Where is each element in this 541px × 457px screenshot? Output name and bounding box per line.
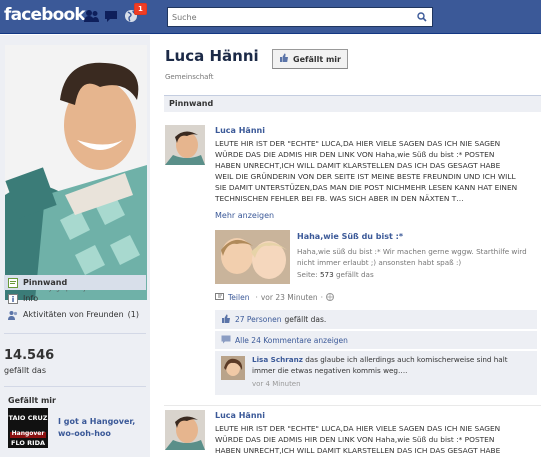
comment-icon (221, 334, 231, 346)
friend-requests-icon[interactable] (84, 9, 99, 23)
comment: Lisa Schranz das glaube ich allerdings a… (215, 350, 537, 395)
separator-dot: · (320, 293, 324, 302)
post-author-avatar[interactable] (165, 410, 205, 450)
divider (4, 386, 146, 387)
post-text-line: LEUTE HIR IST DER "ECHTE" LUCA,DA HIER V… (215, 139, 501, 148)
likes-count: 14.546 (4, 348, 55, 363)
liked-pages-heading: Gefällt mir (8, 396, 56, 405)
shared-page-thumbnail[interactable] (215, 230, 290, 284)
post-text-line: TECHNISCHEN FEHLER BEI FB. WAS SICH ABER… (215, 193, 464, 203)
info-icon (8, 293, 18, 304)
share-link[interactable]: Teilen (228, 293, 249, 302)
post-message: LEUTE HIR IST DER "ECHTE" LUCA,DA HIER V… (215, 139, 537, 204)
messages-icon[interactable] (104, 9, 118, 23)
wall-icon (8, 277, 18, 288)
meta-prefix: Seite: (297, 270, 318, 279)
likes-label: gefällt das (4, 366, 46, 375)
sidebar-item-label: Info (23, 294, 39, 303)
post-author-name[interactable]: Luca Hänni (215, 126, 265, 135)
left-column: www.eyegraphics.jimdo.com Pinnwand Info … (0, 35, 150, 457)
search-icon[interactable] (412, 8, 432, 26)
sidebar-item-count: (1) (127, 310, 139, 319)
comment-timestamp[interactable]: vor 4 Minuten (252, 380, 301, 388)
album-art-text: FLO RIDA (11, 439, 45, 447)
post-text-line: HABEN UNRECHT,ICH WILL DAMIT KLARSTELLEN… (215, 445, 501, 455)
thumbs-up-icon (221, 314, 231, 326)
post-text-line: WÜRDE DAS DIE ADMIS HIR DEN LINK VON Hah… (215, 434, 495, 444)
post-author-name[interactable]: Luca Hänni (215, 411, 265, 420)
page-category: Gemeinschaft (165, 73, 214, 81)
shared-page-attachment[interactable]: Haha,wie Süß du bist :* Haha,wie süß du … (215, 230, 537, 286)
like-page-label: Gefällt mir (293, 54, 341, 64)
notification-badge[interactable]: 1 (134, 3, 147, 15)
privacy-globe-icon[interactable] (326, 292, 335, 303)
facebook-logo[interactable]: facebook (4, 5, 86, 25)
divider (164, 405, 541, 406)
sidebar-item-label: Aktivitäten von Freunden (23, 310, 124, 319)
post-text-line: HABEN UNRECHT,ICH WILL DAMIT KLARSTELLEN… (215, 160, 501, 170)
tab-pinnwand[interactable]: Pinnwand (164, 95, 541, 112)
shared-page-description: Haha,wie süß du bist :* Wir machen gerne… (297, 247, 527, 267)
shared-page-title[interactable]: Haha,wie Süß du bist :* (297, 232, 403, 241)
sidebar-item-label: Pinnwand (23, 278, 68, 287)
post-text-line: LEUTE HIR IST DER "ECHTE" LUCA,DA HIER V… (215, 424, 501, 433)
post-author-avatar[interactable] (165, 125, 205, 165)
album-art-text: Hangover (12, 430, 45, 437)
post-likes-suffix: gefällt das. (284, 315, 327, 324)
post-text-line: SIE DAMIT UNTERSTÜZEN,DAS MAN DIE POST N… (215, 182, 518, 192)
post-text-line: WEIL DIE GRÜNDERIN VON DER SEITE IST MEI… (215, 171, 516, 181)
main-content: Luca Hänni Gemeinschaft Gefällt mir Pinn… (150, 35, 541, 457)
page-title: Luca Hänni (165, 47, 259, 65)
all-comments-row[interactable]: Alle 24 Kommentare anzeigen (215, 330, 537, 349)
like-page-button[interactable]: Gefällt mir (272, 49, 348, 69)
divider (4, 333, 146, 334)
profile-picture[interactable]: www.eyegraphics.jimdo.com (5, 45, 147, 300)
top-bar: facebook 1 (0, 0, 541, 34)
post-timestamp[interactable]: vor 23 Minuten (261, 293, 318, 302)
comment-author-name[interactable]: Lisa Schranz (252, 355, 303, 364)
sidebar-item-pinnwand[interactable]: Pinnwand (4, 275, 146, 290)
share-icon (215, 292, 225, 303)
separator-dot: · (255, 293, 258, 302)
thumbs-up-icon (279, 53, 289, 65)
meta-suffix: gefällt das (335, 270, 374, 279)
post-likes-row: 27 Personen gefällt das. (215, 310, 537, 329)
shared-page-meta: Seite: 573 gefällt das (297, 270, 374, 279)
post-actions: Teilen · vor 23 Minuten · (215, 292, 335, 303)
post-message: LEUTE HIR IST DER "ECHTE" LUCA,DA HIER V… (215, 424, 537, 457)
comment-author-avatar[interactable] (221, 356, 245, 380)
sidebar-item-info[interactable]: Info (4, 291, 146, 306)
sidebar-item-friend-activity[interactable]: Aktivitäten von Freunden (1) (4, 307, 146, 322)
post-likes-link[interactable]: 27 Personen (235, 315, 282, 324)
all-comments-link[interactable]: Alle 24 Kommentare anzeigen (235, 336, 348, 345)
meta-count: 573 (319, 270, 334, 279)
post-text-line: WÜRDE DAS DIE ADMIS HIR DEN LINK VON Hah… (215, 149, 495, 159)
search-box[interactable] (167, 7, 433, 27)
show-more-link[interactable]: Mehr anzeigen (215, 211, 274, 220)
friends-icon (8, 310, 18, 320)
liked-page-thumbnail[interactable]: TAIO CRUZ Hangover FLO RIDA (8, 408, 48, 448)
album-art-text: TAIO CRUZ (9, 414, 48, 422)
liked-page-link[interactable]: I got a Hangover, wo-ooh-hoo (58, 416, 148, 440)
search-input[interactable] (168, 8, 408, 26)
comment-body: Lisa Schranz das glaube ich allerdings a… (252, 355, 532, 376)
